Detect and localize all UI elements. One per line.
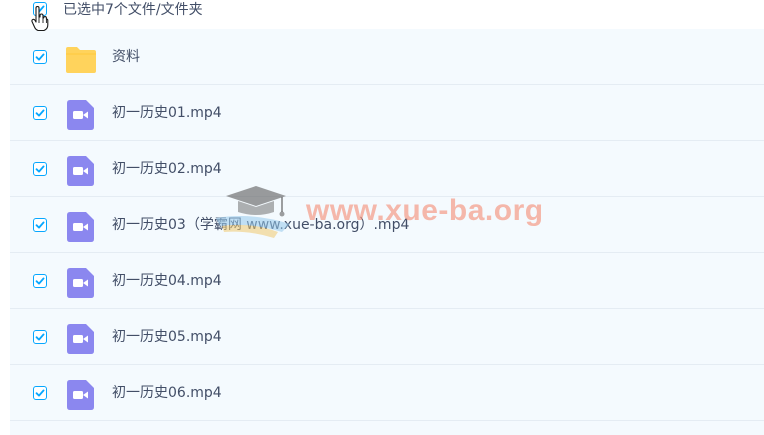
checkmark-icon bbox=[35, 277, 45, 285]
list-item[interactable]: 初一历史03（学霸网 www.xue-ba.org）.mp4 bbox=[10, 197, 764, 253]
list-item[interactable]: 初一历史02.mp4 bbox=[10, 141, 764, 197]
list-item[interactable]: 初一历史06.mp4 bbox=[10, 365, 764, 421]
video-file-icon bbox=[67, 380, 94, 410]
checkmark-icon bbox=[35, 165, 45, 173]
selection-summary: 已选中7个文件/文件夹 bbox=[63, 2, 203, 18]
folder-icon bbox=[66, 47, 96, 73]
row-name[interactable]: 初一历史03（学霸网 www.xue-ba.org）.mp4 bbox=[112, 216, 409, 234]
selection-header: 已选中7个文件/文件夹 bbox=[0, 0, 764, 29]
row-checkbox[interactable] bbox=[33, 218, 47, 232]
video-file-icon bbox=[67, 324, 94, 354]
row-checkbox[interactable] bbox=[33, 162, 47, 176]
video-file-icon bbox=[67, 100, 94, 130]
video-file-icon bbox=[67, 212, 94, 242]
row-checkbox[interactable] bbox=[33, 106, 47, 120]
checkmark-icon bbox=[35, 333, 45, 341]
row-checkbox[interactable] bbox=[33, 330, 47, 344]
checkmark-icon bbox=[35, 5, 45, 13]
row-checkbox[interactable] bbox=[33, 386, 47, 400]
video-file-icon bbox=[67, 156, 94, 186]
checkmark-icon bbox=[35, 389, 45, 397]
row-name[interactable]: 初一历史01.mp4 bbox=[112, 104, 222, 122]
row-name[interactable]: 资料 bbox=[112, 48, 140, 66]
file-list-panel: 已选中7个文件/文件夹 资料 初一历史01.mp4 初一历史02.mp4 初一历… bbox=[0, 0, 764, 435]
select-all-checkbox[interactable] bbox=[33, 2, 47, 16]
checkmark-icon bbox=[35, 221, 45, 229]
row-name[interactable]: 初一历史04.mp4 bbox=[112, 272, 222, 290]
row-name[interactable]: 初一历史06.mp4 bbox=[112, 384, 222, 402]
checkmark-icon bbox=[35, 109, 45, 117]
video-file-icon bbox=[67, 268, 94, 298]
list-item[interactable]: 资料 bbox=[10, 29, 764, 85]
file-list: 资料 初一历史01.mp4 初一历史02.mp4 初一历史03（学霸网 www.… bbox=[10, 29, 764, 435]
row-name[interactable]: 初一历史02.mp4 bbox=[112, 160, 222, 178]
row-checkbox[interactable] bbox=[33, 274, 47, 288]
row-name[interactable]: 初一历史05.mp4 bbox=[112, 328, 222, 346]
checkmark-icon bbox=[35, 53, 45, 61]
list-item[interactable]: 初一历史01.mp4 bbox=[10, 85, 764, 141]
list-item[interactable]: 初一历史05.mp4 bbox=[10, 309, 764, 365]
list-item[interactable]: 初一历史04.mp4 bbox=[10, 253, 764, 309]
row-checkbox[interactable] bbox=[33, 50, 47, 64]
